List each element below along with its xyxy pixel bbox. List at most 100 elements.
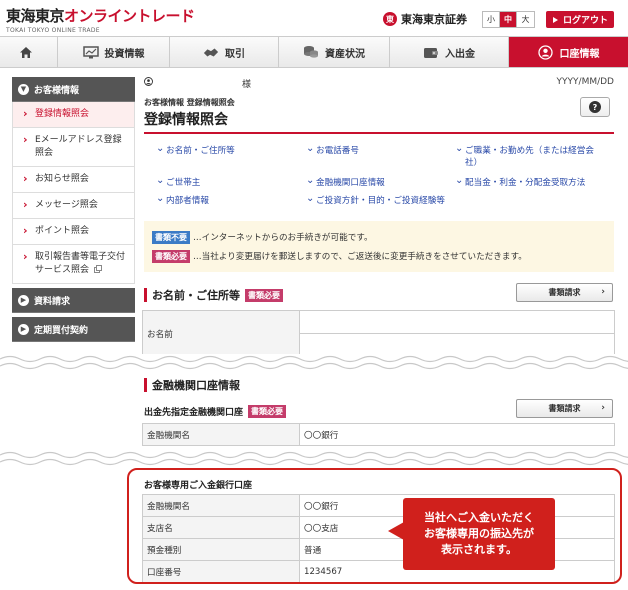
tag-document-required: 書類必要 [248,405,287,418]
link-householder[interactable]: ご世帯主 [156,175,200,189]
torn-edge-divider [0,354,628,372]
nav-investment-info[interactable]: 投資情報 [58,37,170,67]
chevron-right-icon: ▶ [18,323,29,335]
link-bank-account[interactable]: 金融機関口座情報 [306,175,385,189]
logo-text-red: オンライントレード [64,7,195,25]
site-logo[interactable]: 東海東京オンライントレード TOKAI TOKYO ONLINE TRADE [6,5,195,34]
chevron-right-icon: › [601,287,605,297]
sidebar-item-label: 取引報告書等電子交付サービス照会 [35,252,126,275]
anchor-links: お名前・ご住所等 お電話番号 ご職業・お勤め先（または経営会社） ご世帯主 金融… [144,143,614,211]
logout-label: ログアウト [562,16,608,26]
section-title-name-address: お名前・ご住所等 書類必要 [144,287,286,303]
wallet-icon [423,45,439,59]
row-label: お名前 [142,310,300,357]
section-title-text: お名前・ご住所等 [152,289,240,302]
logo-subtitle: TOKAI TOKYO ONLINE TRADE [6,27,100,34]
sidebar: ▼ お客様情報 登録情報照会 Eメールアドレス登録照会 お知らせ照会 メッセージ… [12,77,135,342]
page-title: 登録情報照会 [144,109,614,134]
row-value [299,310,615,334]
sidebar-item-email[interactable]: Eメールアドレス登録照会 [12,128,135,167]
link-name-address[interactable]: お名前・ご住所等 [156,143,235,157]
logout-arrow-icon [552,16,558,23]
button-label: 書類請求 [548,288,581,297]
header: 東海東京オンライントレード TOKAI TOKYO ONLINE TRADE 東… [0,0,628,36]
link-occupation[interactable]: ご職業・お勤め先（または経営会社） [455,143,605,169]
section-title-bank-account: 金融機関口座情報 [144,377,240,393]
notice-text-2: …当社より変更届けを郵送しますので、ご返送後に変更手続きをさせていただきます。 [193,252,527,262]
sidebar-item-registration[interactable]: 登録情報照会 [12,102,135,128]
callout-bubble: 当社へご入金いただく お客様専用の振込先が 表示されます。 [403,498,555,570]
coins-icon [303,45,319,59]
sidebar-item-notice[interactable]: お知らせ照会 [12,167,135,193]
logout-button[interactable]: ログアウト [546,11,614,28]
link-investment-policy[interactable]: ご投資方針・目的・ご投資経験等 [306,193,445,207]
button-label: 書類請求 [548,404,581,413]
nav-label: 口座情報 [559,48,600,60]
name-table: お名前 [142,310,615,357]
notice-text-1: …インターネットからのお手続きが可能です。 [193,233,373,243]
person-icon [538,44,554,60]
main-content: 様 YYYY/MM/DD お客様情報 登録情報照会 登録情報照会 ? [144,77,614,134]
callout-line: お客様専用の振込先が [424,527,534,540]
global-nav: 投資情報 取引 資産状況 入出金 口座情報 [0,36,628,68]
logo-text-dark: 東海東京 [6,7,65,25]
brand-name: 東海東京証券 [401,13,467,26]
sub-title-withdraw-account: 出金先指定金融機関口座 書類必要 [144,405,289,418]
document-request-button[interactable]: 書類請求 › [516,283,613,302]
monitor-icon [82,45,99,59]
notice-box: 書類不要 …インターネットからのお手続きが可能です。 書類必要 …当社より変更届… [144,221,614,272]
link-dividend[interactable]: 配当金・利金・分配金受取方法 [455,175,585,189]
font-size-small-button[interactable]: 小 [483,12,500,27]
section-title-text: 金融機関口座情報 [152,379,240,392]
sidebar-item-e-delivery[interactable]: 取引報告書等電子交付サービス照会 [12,245,135,284]
nav-account-info[interactable]: 口座情報 [509,37,628,67]
link-phone[interactable]: お電話番号 [306,143,359,157]
sidebar-head-label: 資料請求 [34,296,71,307]
section-bar [144,288,147,302]
nav-deposit-withdraw[interactable]: 入出金 [390,37,509,67]
sidebar-head-customer-info[interactable]: ▼ お客様情報 [12,77,135,102]
user-row: 様 YYYY/MM/DD [144,77,614,90]
sidebar-item-message[interactable]: メッセージ照会 [12,193,135,219]
link-insider[interactable]: 内部者情報 [156,193,209,207]
nav-home[interactable] [0,37,58,67]
home-icon [18,45,34,59]
sub-title-text: 出金先指定金融機関口座 [144,408,244,418]
current-date: YYYY/MM/DD [556,77,614,87]
user-icon [144,77,153,89]
nav-label: 資産状況 [325,48,365,60]
font-size-large-button[interactable]: 大 [517,12,534,27]
callout-line: 当社へご入金いただく [424,511,534,524]
font-size-switcher: 小 中 大 [482,11,535,28]
withdraw-account-table: 金融機関名 〇〇銀行 [142,423,615,446]
nav-label: 取引 [225,48,245,60]
tag-document-required: 書類必要 [245,288,283,302]
user-name-suffix: 様 [242,80,252,90]
tag-no-document: 書類不要 [152,230,190,244]
document-request-button[interactable]: 書類請求 › [516,399,613,418]
callout-line: 表示されます。 [441,543,517,556]
brand-mark-icon: 東 [383,12,397,26]
section-bar [144,378,147,392]
question-icon: ? [589,101,601,113]
sidebar-head-periodic[interactable]: ▶ 定期買付契約 [12,317,135,342]
sidebar-head-label: 定期買付契約 [34,325,89,336]
callout-tail [388,522,404,540]
chevron-right-icon: ▶ [18,294,29,306]
font-size-medium-button[interactable]: 中 [500,12,517,27]
row-value: 〇〇銀行 [299,423,615,446]
brand-logo: 東 東海東京証券 [383,11,467,27]
nav-label: 入出金 [445,48,475,60]
row-label: 金融機関名 [142,423,300,446]
sidebar-item-points[interactable]: ポイント照会 [12,219,135,245]
sidebar-head-label: お客様情報 [34,85,80,96]
help-button[interactable]: ? [580,97,610,117]
torn-edge-divider [0,450,628,468]
breadcrumb: お客様情報 登録情報照会 [144,98,235,107]
nav-trade[interactable]: 取引 [170,37,279,67]
chevron-right-icon: › [601,403,605,413]
sidebar-head-request[interactable]: ▶ 資料請求 [12,288,135,313]
tag-document-required: 書類必要 [152,249,190,263]
nav-assets[interactable]: 資産状況 [279,37,390,67]
nav-label: 投資情報 [104,48,145,60]
